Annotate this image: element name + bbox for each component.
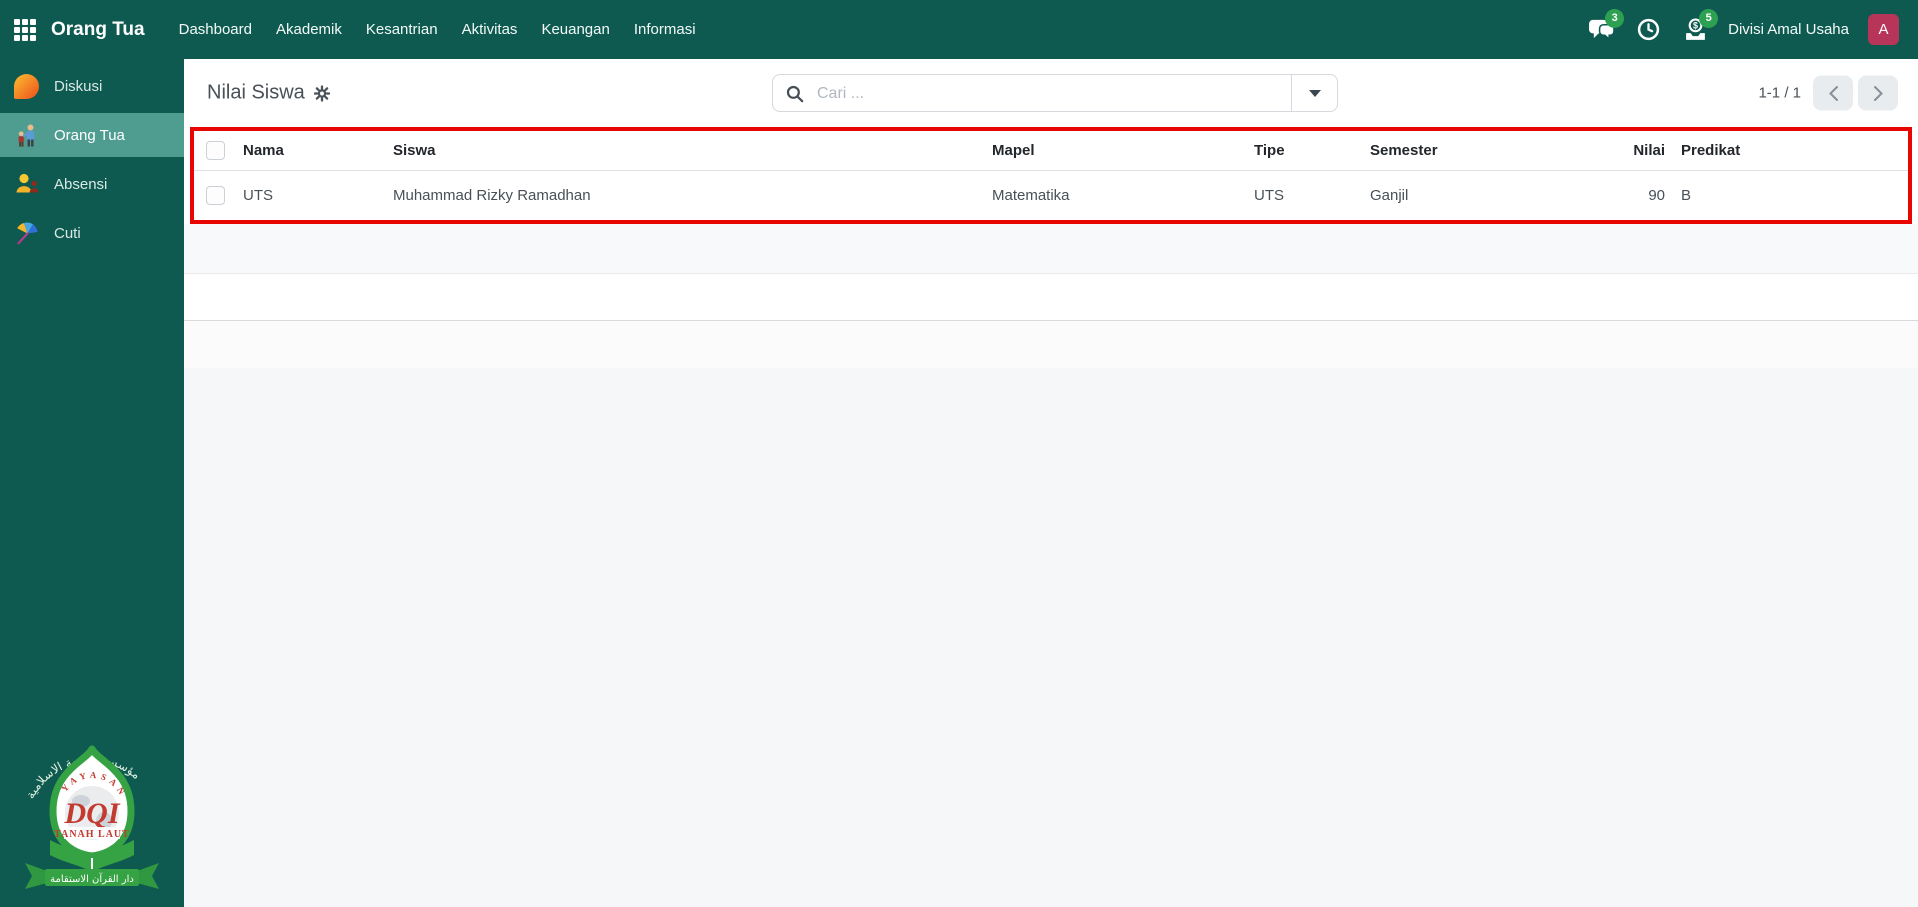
payments-count-badge: 5: [1699, 8, 1719, 28]
logo-arabic-banner-text: دار القرآن الاستقامة: [50, 872, 134, 885]
annotation-highlight-box: Nama Siswa Mapel Tipe Semester Nilai Pre…: [190, 127, 1912, 224]
search-bar: [772, 74, 1338, 113]
chevron-right-icon: [1873, 85, 1883, 101]
sidebar-item-label: Cuti: [54, 224, 81, 242]
discussion-bubble-icon: [13, 73, 40, 100]
select-all-checkbox[interactable]: [206, 141, 225, 160]
sidebar-item-label: Orang Tua: [54, 126, 125, 144]
chevron-left-icon: [1828, 85, 1838, 101]
column-header-mapel[interactable]: Mapel: [988, 131, 1250, 171]
sidebar-item-cuti[interactable]: Cuti: [0, 211, 184, 255]
column-header-nama[interactable]: Nama: [239, 131, 389, 171]
sidebar-item-label: Absensi: [54, 175, 108, 193]
pager: 1-1 / 1: [1758, 75, 1898, 111]
cell-mapel: Matematika: [992, 187, 1070, 204]
page-title: Nilai Siswa: [207, 82, 330, 105]
search-options-toggle[interactable]: [1292, 74, 1338, 112]
search-field: [772, 74, 1292, 113]
sidebar-item-orang-tua[interactable]: Orang Tua: [0, 113, 184, 157]
user-avatar[interactable]: A: [1868, 14, 1899, 45]
table-header-row: Nama Siswa Mapel Tipe Semester Nilai Pre…: [194, 131, 1908, 171]
column-header-predikat[interactable]: Predikat: [1671, 131, 1908, 171]
column-header-siswa[interactable]: Siswa: [389, 131, 988, 171]
logo-acronym-text: DQI: [63, 797, 120, 830]
cell-predikat: B: [1681, 187, 1692, 204]
sidebar-item-label: Diskusi: [54, 77, 103, 95]
column-header-semester[interactable]: Semester: [1366, 131, 1589, 171]
column-header-nilai[interactable]: Nilai: [1589, 131, 1671, 171]
top-navbar: Orang Tua Dashboard Akademik Kesantrian …: [0, 0, 1918, 59]
nav-menu-akademik[interactable]: Akademik: [264, 0, 354, 59]
main-content: Nilai Siswa Cari ... 1-1 / 1 Nama Siswa …: [184, 59, 1918, 907]
navbar-menus: Dashboard Akademik Kesantrian Aktivitas …: [167, 0, 708, 59]
logo-tanah-laut-text: TANAH LAUT: [54, 829, 130, 840]
clock-icon: [1637, 18, 1659, 41]
sidebar-item-diskusi[interactable]: Diskusi: [0, 64, 184, 108]
nav-menu-kesantrian[interactable]: Kesantrian: [354, 0, 450, 59]
column-header-tipe[interactable]: Tipe: [1250, 131, 1366, 171]
search-input[interactable]: [815, 75, 1283, 113]
app-brand-title: Orang Tua: [51, 18, 145, 40]
navbar-right: 3 $ 5 Divisi Amal Usaha A: [1587, 8, 1918, 45]
attendance-people-icon: [13, 171, 40, 198]
messages-icon[interactable]: 3: [1587, 8, 1625, 43]
chevron-down-icon: [1308, 89, 1321, 97]
grades-table: Nama Siswa Mapel Tipe Semester Nilai Pre…: [194, 131, 1908, 220]
search-icon: [786, 85, 804, 103]
nav-menu-dashboard[interactable]: Dashboard: [167, 0, 264, 59]
umbrella-icon: [13, 220, 40, 247]
messages-count-badge: 3: [1605, 8, 1625, 28]
control-panel: Nilai Siswa Cari ... 1-1 / 1: [184, 59, 1918, 127]
table-row[interactable]: UTS Muhammad Rizky Ramadhan Matematika U…: [194, 171, 1908, 221]
row-checkbox[interactable]: [206, 186, 225, 205]
sidebar-item-absensi[interactable]: Absensi: [0, 162, 184, 206]
payments-notification-icon[interactable]: $ 5: [1681, 8, 1719, 43]
cell-siswa: Muhammad Rizky Ramadhan: [393, 187, 591, 204]
apps-grid-icon[interactable]: [14, 18, 36, 41]
list-footer-strip: [184, 224, 1918, 274]
nav-menu-aktivitas[interactable]: Aktivitas: [450, 0, 530, 59]
nav-menu-keuangan[interactable]: Keuangan: [529, 0, 621, 59]
parent-child-icon: [13, 122, 40, 149]
page-background: [184, 321, 1918, 907]
cell-nama: UTS: [243, 187, 273, 204]
pager-next-button[interactable]: [1858, 75, 1898, 111]
pager-range-text: 1-1 / 1: [1758, 84, 1801, 102]
cell-semester: Ganjil: [1370, 187, 1409, 204]
left-sidebar: Diskusi Orang Tua Absensi Cuti مؤسس ية ا…: [0, 59, 184, 907]
nav-menu-informasi[interactable]: Informasi: [622, 0, 708, 59]
page-title-text: Nilai Siswa: [207, 81, 305, 104]
list-blank-strip: [184, 274, 1918, 321]
gear-icon[interactable]: [313, 85, 330, 101]
user-menu-name[interactable]: Divisi Amal Usaha: [1728, 21, 1849, 38]
svg-text:$: $: [1693, 20, 1698, 30]
activities-clock-icon[interactable]: [1634, 17, 1662, 43]
navbar-left: Orang Tua Dashboard Akademik Kesantrian …: [0, 0, 708, 59]
pager-previous-button[interactable]: [1813, 75, 1853, 111]
cell-nilai: 90: [1648, 187, 1665, 204]
foundation-logo: مؤسسة التربية الاسلامية YAYASAN DQI TANA…: [17, 725, 167, 905]
app-window: Orang Tua Dashboard Akademik Kesantrian …: [0, 0, 1918, 907]
cell-tipe: UTS: [1254, 187, 1284, 204]
